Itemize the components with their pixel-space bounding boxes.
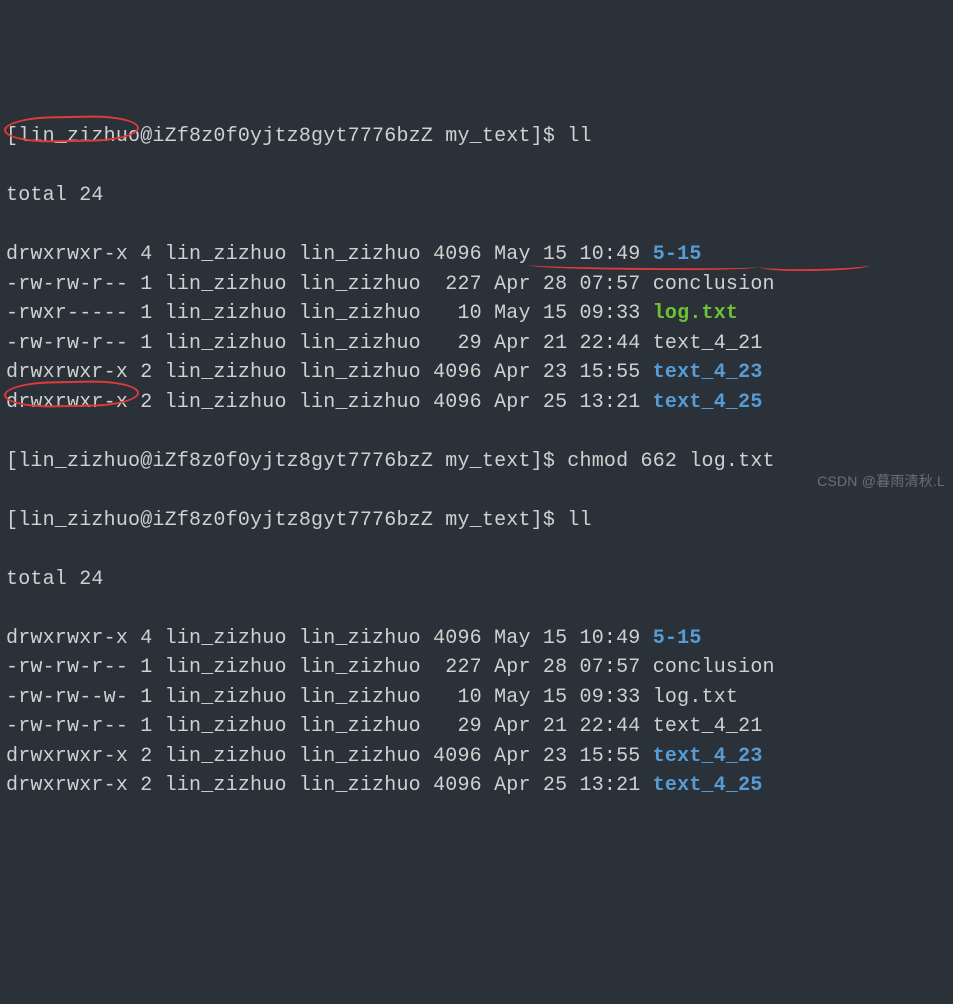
ls-output-1: drwxrwxr-x 4 lin_zizhuo lin_zizhuo 4096 … <box>6 240 947 417</box>
filename: text_4_21 <box>653 715 763 738</box>
ls-row: -rwxr----- 1 lin_zizhuo lin_zizhuo 10 Ma… <box>6 299 947 329</box>
prompt-line-3[interactable]: [lin_zizhuo@iZf8z0f0yjtz8gyt7776bzZ my_t… <box>6 506 947 536</box>
filename: 5-15 <box>653 243 702 266</box>
total-line-1: total 24 <box>6 181 947 211</box>
command: ll <box>567 125 591 148</box>
ls-row: drwxrwxr-x 2 lin_zizhuo lin_zizhuo 4096 … <box>6 388 947 418</box>
prompt: [lin_zizhuo@iZf8z0f0yjtz8gyt7776bzZ my_t… <box>6 450 567 473</box>
command: ll <box>567 509 591 532</box>
ls-row: drwxrwxr-x 2 lin_zizhuo lin_zizhuo 4096 … <box>6 742 947 772</box>
filename: text_4_23 <box>653 361 763 384</box>
ls-row: -rw-rw-r-- 1 lin_zizhuo lin_zizhuo 29 Ap… <box>6 329 947 359</box>
ls-row: drwxrwxr-x 2 lin_zizhuo lin_zizhuo 4096 … <box>6 358 947 388</box>
filename: 5-15 <box>653 627 702 650</box>
ls-row: -rw-rw-r-- 1 lin_zizhuo lin_zizhuo 227 A… <box>6 270 947 300</box>
ls-row: -rw-rw-r-- 1 lin_zizhuo lin_zizhuo 29 Ap… <box>6 712 947 742</box>
ls-row: drwxrwxr-x 4 lin_zizhuo lin_zizhuo 4096 … <box>6 240 947 270</box>
watermark: CSDN @暮雨清秋.L <box>817 467 945 497</box>
prompt-line-1[interactable]: [lin_zizhuo@iZf8z0f0yjtz8gyt7776bzZ my_t… <box>6 122 947 152</box>
filename: text_4_21 <box>653 332 763 355</box>
prompt: [lin_zizhuo@iZf8z0f0yjtz8gyt7776bzZ my_t… <box>6 509 567 532</box>
filename: text_4_25 <box>653 774 763 797</box>
ls-row: drwxrwxr-x 2 lin_zizhuo lin_zizhuo 4096 … <box>6 771 947 801</box>
filename: log.txt <box>653 686 738 709</box>
ls-row: -rw-rw-r-- 1 lin_zizhuo lin_zizhuo 227 A… <box>6 653 947 683</box>
filename: conclusion <box>653 656 775 679</box>
filename: log.txt <box>653 302 738 325</box>
ls-row: -rw-rw--w- 1 lin_zizhuo lin_zizhuo 10 Ma… <box>6 683 947 713</box>
total-line-2: total 24 <box>6 565 947 595</box>
filename: text_4_25 <box>653 391 763 414</box>
command: chmod 662 log.txt <box>567 450 774 473</box>
filename: conclusion <box>653 273 775 296</box>
prompt: [lin_zizhuo@iZf8z0f0yjtz8gyt7776bzZ my_t… <box>6 125 567 148</box>
prompt-line-2[interactable]: [lin_zizhuo@iZf8z0f0yjtz8gyt7776bzZ my_t… <box>6 447 947 477</box>
ls-output-2: drwxrwxr-x 4 lin_zizhuo lin_zizhuo 4096 … <box>6 624 947 801</box>
filename: text_4_23 <box>653 745 763 768</box>
ls-row: drwxrwxr-x 4 lin_zizhuo lin_zizhuo 4096 … <box>6 624 947 654</box>
